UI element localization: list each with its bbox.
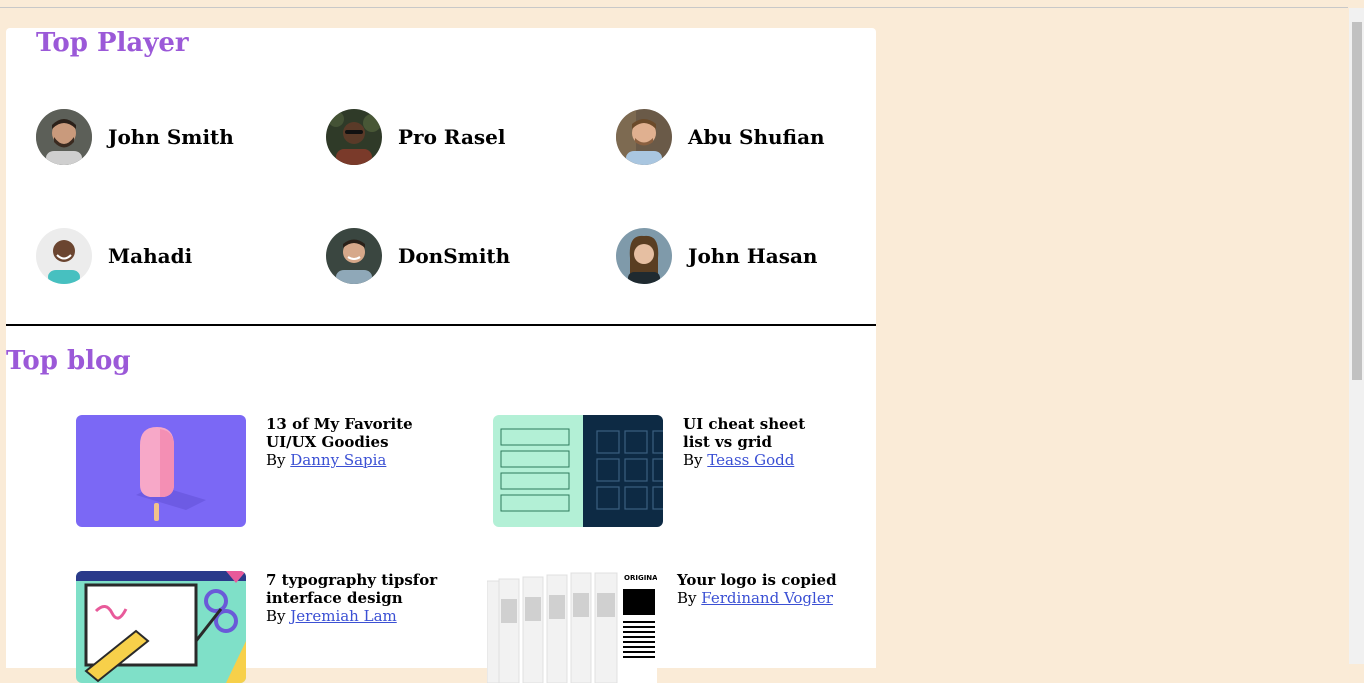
author-link[interactable]: Jeremiah Lam — [290, 607, 396, 625]
avatar — [36, 109, 92, 165]
blog-title[interactable]: 7 typography tipsfor interface design — [266, 571, 446, 607]
section-divider — [6, 324, 876, 326]
blog-title[interactable]: Your logo is copied — [677, 571, 857, 589]
author-link[interactable]: Danny Sapia — [290, 451, 386, 469]
player-card[interactable]: John Hasan — [616, 228, 817, 284]
player-card[interactable]: Pro Rasel — [326, 109, 506, 165]
player-card[interactable]: DonSmith — [326, 228, 510, 284]
player-name: John Smith — [108, 125, 234, 149]
vertical-scrollbar[interactable] — [1349, 8, 1364, 664]
author-link[interactable]: Ferdinand Vogler — [701, 589, 833, 607]
by-label: By — [266, 451, 286, 469]
blog-card[interactable]: ORIGINA Your logo is copied By Ferdinand… — [487, 571, 857, 683]
blog-byline: By Teass Godd — [683, 451, 794, 469]
player-name: DonSmith — [398, 244, 511, 268]
avatar — [326, 109, 382, 165]
player-card[interactable]: Abu Shufian — [616, 109, 825, 165]
top-player-heading: Top Player — [36, 28, 189, 58]
logo-copies-image[interactable]: ORIGINA — [487, 571, 657, 683]
blog-byline: By Jeremiah Lam — [266, 607, 397, 625]
blog-title[interactable]: UI cheat sheet list vs grid — [683, 415, 823, 451]
player-name: John Hasan — [688, 244, 818, 268]
by-label: By — [266, 607, 286, 625]
by-label: By — [677, 589, 697, 607]
blog-title[interactable]: 13 of My Favorite UI/UX Goodies — [266, 415, 426, 451]
player-card[interactable]: John Smith — [36, 109, 234, 165]
player-name: Pro Rasel — [398, 125, 506, 149]
player-name: Abu Shufian — [688, 125, 825, 149]
by-label: By — [683, 451, 703, 469]
typography-tools-image[interactable] — [76, 571, 246, 683]
list-grid-image[interactable] — [493, 415, 663, 527]
blog-byline: By Ferdinand Vogler — [677, 589, 833, 607]
avatar — [616, 109, 672, 165]
avatar — [616, 228, 672, 284]
avatar — [326, 228, 382, 284]
blog-card[interactable]: 7 typography tipsfor interface design By… — [76, 571, 446, 683]
player-card[interactable]: Mahadi — [36, 228, 192, 284]
blog-card[interactable]: UI cheat sheet list vs grid By Teass God… — [493, 415, 823, 527]
blog-byline: By Danny Sapia — [266, 451, 386, 469]
player-name: Mahadi — [108, 244, 193, 268]
scrollbar-thumb[interactable] — [1352, 22, 1362, 380]
popsicle-image[interactable] — [76, 415, 246, 527]
author-link[interactable]: Teass Godd — [707, 451, 794, 469]
blog-card[interactable]: 13 of My Favorite UI/UX Goodies By Danny… — [76, 415, 426, 527]
browser-top-border — [0, 7, 1348, 8]
logo-original-label: ORIGINA — [624, 574, 657, 582]
top-blog-heading: Top blog — [6, 346, 131, 376]
avatar — [36, 228, 92, 284]
